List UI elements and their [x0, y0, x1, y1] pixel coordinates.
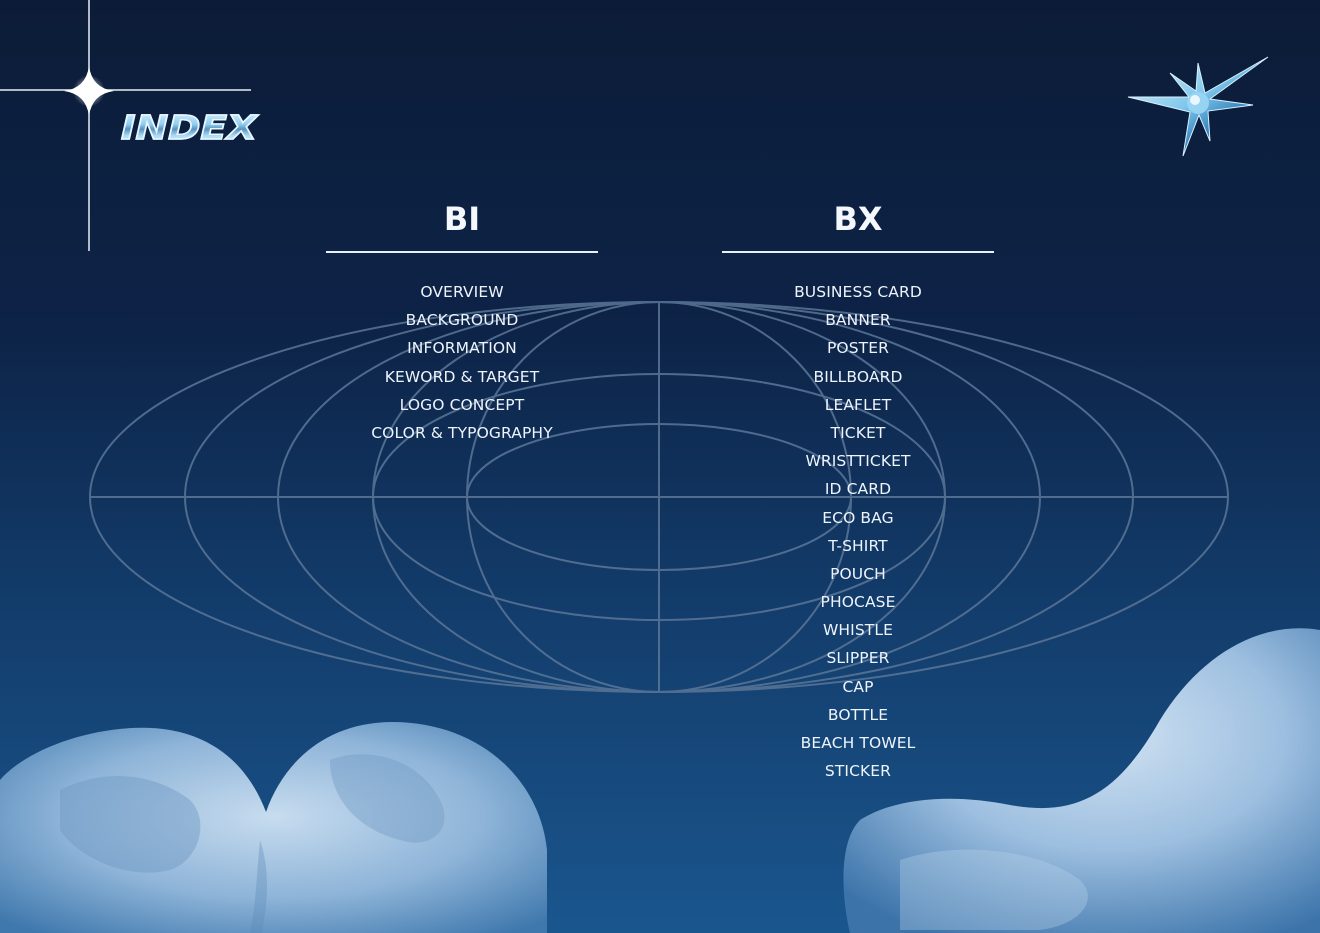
index-title: INDEX [120, 108, 258, 147]
wireframe-globe-graphic [89, 301, 1229, 693]
bx-item-business-card[interactable]: BUSINESS CARD [722, 278, 994, 306]
bx-heading: BX [833, 200, 883, 238]
bx-item-id-card[interactable]: ID CARD [722, 475, 994, 503]
bi-list: OVERVIEW BACKGROUND INFORMATION KEWORD &… [326, 278, 598, 447]
chrome-star-icon [1127, 56, 1269, 157]
bi-item-overview[interactable]: OVERVIEW [326, 278, 598, 306]
bx-item-billboard[interactable]: BILLBOARD [722, 363, 994, 391]
bx-item-poster[interactable]: POSTER [722, 334, 994, 362]
bi-heading: BI [443, 200, 481, 238]
bi-column: BI OVERVIEW BACKGROUND INFORMATION KEWOR… [326, 196, 598, 447]
bx-item-whistle[interactable]: WHISTLE [722, 616, 994, 644]
bx-divider [722, 251, 994, 253]
sparkle-shape [64, 66, 114, 116]
bx-item-wristticket[interactable]: WRISTTICKET [722, 447, 994, 475]
bx-item-leaflet[interactable]: LEAFLET [722, 391, 994, 419]
bi-divider [326, 251, 598, 253]
bx-item-beach-towel[interactable]: BEACH TOWEL [722, 729, 994, 757]
bx-column: BX BUSINESS CARD BANNER POSTER BILLBOARD… [722, 196, 994, 785]
bx-item-slipper[interactable]: SLIPPER [722, 644, 994, 672]
bx-item-eco-bag[interactable]: ECO BAG [722, 504, 994, 532]
bx-item-sticker[interactable]: STICKER [722, 757, 994, 785]
bx-item-bottle[interactable]: BOTTLE [722, 701, 994, 729]
bx-item-banner[interactable]: BANNER [722, 306, 994, 334]
bx-item-pouch[interactable]: POUCH [722, 560, 994, 588]
bi-item-background[interactable]: BACKGROUND [326, 306, 598, 334]
bx-item-t-shirt[interactable]: T-SHIRT [722, 532, 994, 560]
bi-item-color-typography[interactable]: COLOR & TYPOGRAPHY [326, 419, 598, 447]
bx-item-phocase[interactable]: PHOCASE [722, 588, 994, 616]
bi-item-keyword-target[interactable]: KEWORD & TARGET [326, 363, 598, 391]
bx-item-cap[interactable]: CAP [722, 673, 994, 701]
bi-item-information[interactable]: INFORMATION [326, 334, 598, 362]
bx-item-ticket[interactable]: TICKET [722, 419, 994, 447]
heart-blob-left [0, 722, 547, 933]
bx-list: BUSINESS CARD BANNER POSTER BILLBOARD LE… [722, 278, 994, 785]
bi-item-logo-concept[interactable]: LOGO CONCEPT [326, 391, 598, 419]
